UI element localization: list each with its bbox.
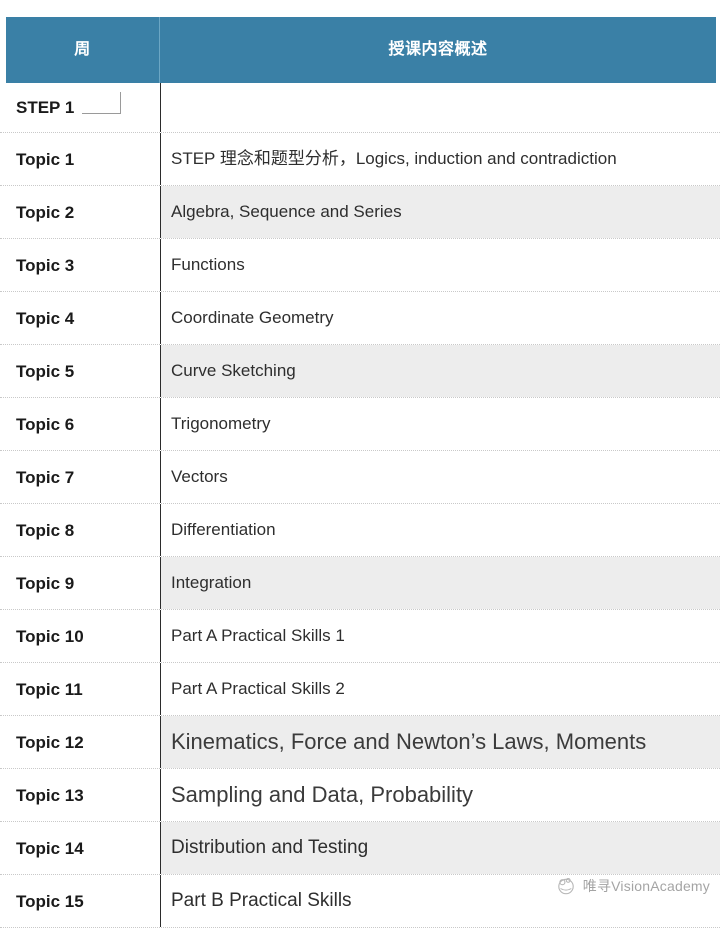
content-label: Algebra, Sequence and Series	[171, 201, 402, 221]
content-label: Trigonometry	[171, 413, 271, 433]
step-section-label: STEP 1	[16, 98, 75, 117]
week-label: Topic 14	[16, 838, 84, 858]
content-cell: Coordinate Geometry	[160, 292, 720, 344]
week-label: Topic 3	[16, 255, 75, 275]
content-cell: Functions	[160, 239, 720, 291]
content-cell: Part A Practical Skills 2	[160, 663, 720, 715]
table-row-step-section: STEP 1	[0, 83, 720, 133]
content-cell: Vectors	[160, 451, 720, 503]
content-label: Curve Sketching	[171, 360, 296, 380]
week-cell: Topic 8	[0, 504, 160, 556]
table-row: Topic 1 STEP 理念和题型分析，Logics, induction an…	[0, 133, 720, 186]
table-row: Topic 2 Algebra, Sequence and Series	[0, 186, 720, 239]
week-label: Topic 1	[16, 149, 75, 169]
week-cell: Topic 4	[0, 292, 160, 344]
content-cell: Kinematics, Force and Newton’s Laws, Mom…	[160, 716, 720, 768]
course-schedule-table: 周 授课内容概述 STEP 1 Topic 1 STEP 理念和题型分析，Logi…	[0, 0, 720, 928]
week-label: Topic 9	[16, 573, 75, 593]
content-cell: Sampling and Data, Probability	[160, 769, 720, 821]
week-cell: Topic 6	[0, 398, 160, 450]
step-section-cell: STEP 1	[0, 83, 160, 132]
week-cell: Topic 1	[0, 133, 160, 185]
week-cell: Topic 11	[0, 663, 160, 715]
content-label: Kinematics, Force and Newton’s Laws, Mom…	[171, 728, 647, 754]
week-cell: Topic 9	[0, 557, 160, 609]
content-cell: STEP 理念和题型分析，Logics, induction and contr…	[160, 133, 720, 185]
content-cell: Trigonometry	[160, 398, 720, 450]
content-label: Part A Practical Skills 1	[171, 625, 345, 645]
content-cell: Distribution and Testing	[160, 822, 720, 874]
column-header-week: 周	[6, 17, 160, 83]
table-row: Topic 5 Curve Sketching	[0, 345, 720, 398]
week-cell: Topic 15	[0, 875, 160, 927]
table-row: Topic 12 Kinematics, Force and Newton’s L…	[0, 716, 720, 769]
week-label: Topic 4	[16, 308, 75, 328]
content-label: Vectors	[171, 466, 228, 486]
content-label: Part B Practical Skills	[171, 889, 352, 911]
table-row: Topic 14 Distribution and Testing	[0, 822, 720, 875]
content-label: Differentiation	[171, 519, 276, 539]
content-cell: Integration	[160, 557, 720, 609]
vision-academy-logo-icon	[555, 875, 577, 897]
table-row: Topic 6 Trigonometry	[0, 398, 720, 451]
week-cell: Topic 10	[0, 610, 160, 662]
week-cell: Topic 3	[0, 239, 160, 291]
table-row: Topic 4 Coordinate Geometry	[0, 292, 720, 345]
column-header-content: 授课内容概述	[388, 41, 488, 58]
week-label: Topic 8	[16, 520, 75, 540]
table-body: STEP 1 Topic 1 STEP 理念和题型分析，Logics, induc…	[0, 83, 720, 928]
week-label: Topic 2	[16, 202, 75, 222]
table-header-row: 周 授课内容概述	[6, 17, 716, 83]
table-row: Topic 10 Part A Practical Skills 1	[0, 610, 720, 663]
watermark: 唯寻VisionAcademy	[555, 875, 710, 897]
week-label: Topic 10	[16, 626, 84, 646]
week-label: Topic 15	[16, 891, 84, 911]
content-label: Distribution and Testing	[171, 836, 369, 858]
content-label: Part A Practical Skills 2	[171, 678, 345, 698]
step-section-content-cell	[160, 83, 720, 132]
content-label: Functions	[171, 254, 245, 274]
week-label: Topic 11	[16, 679, 83, 699]
table-row: Topic 13 Sampling and Data, Probability	[0, 769, 720, 822]
content-label: Integration	[171, 572, 252, 592]
table-row: Topic 11 Part A Practical Skills 2	[0, 663, 720, 716]
week-cell: Topic 14	[0, 822, 160, 874]
week-cell: Topic 13	[0, 769, 160, 821]
week-label: Topic 6	[16, 414, 75, 434]
table-row: Topic 9 Integration	[0, 557, 720, 610]
table-row: Topic 7 Vectors	[0, 451, 720, 504]
week-label: Topic 13	[16, 785, 84, 805]
week-label: Topic 12	[16, 732, 84, 752]
week-cell: Topic 7	[0, 451, 160, 503]
content-cell: Differentiation	[160, 504, 720, 556]
content-cell: Part A Practical Skills 1	[160, 610, 720, 662]
week-label: Topic 7	[16, 467, 75, 487]
week-cell: Topic 12	[0, 716, 160, 768]
week-label: Topic 5	[16, 361, 75, 381]
content-label: Sampling and Data, Probability	[171, 781, 474, 807]
week-cell: Topic 5	[0, 345, 160, 397]
content-label: STEP 理念和题型分析，Logics, induction and contr…	[171, 148, 617, 168]
content-cell: Curve Sketching	[160, 345, 720, 397]
week-cell: Topic 2	[0, 186, 160, 238]
bracket-elbow-icon	[82, 92, 121, 114]
content-cell: Algebra, Sequence and Series	[160, 186, 720, 238]
watermark-label: 唯寻VisionAcademy	[582, 878, 710, 894]
content-label: Coordinate Geometry	[171, 307, 334, 327]
table-row: Topic 3 Functions	[0, 239, 720, 292]
table-row: Topic 8 Differentiation	[0, 504, 720, 557]
